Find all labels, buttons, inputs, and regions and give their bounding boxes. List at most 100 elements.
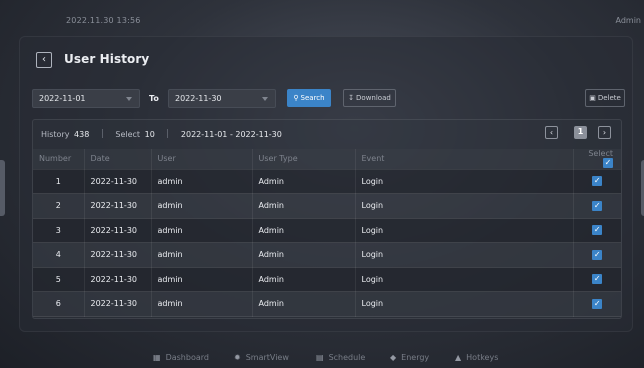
delete-button[interactable]: ▣ Delete [585,89,625,107]
column-header-event: Event [355,149,574,170]
table-row[interactable]: 2 2022-11-30 admin Admin Login ✓ [33,193,621,219]
cell-number: 6 [33,291,85,317]
to-label: To [149,94,159,103]
table-row[interactable]: 4 2022-11-30 admin Admin Login ✓ [33,242,621,268]
table-header-row: Number Date User User Type Event Select … [33,149,621,170]
smartview-icon: ✹ [234,353,241,362]
cell-number: 1 [33,169,85,194]
cell-user: admin [151,242,253,268]
nav-item-smartview[interactable]: ✹ SmartView [234,353,289,362]
cell-select: ✓ [573,193,621,219]
select-label: Select [115,130,141,139]
history-table-container: History 438 Select 10 2022-11-01 - 2022-… [32,119,622,319]
download-icon: ↧ [348,94,355,102]
cell-date: 2022-11-30 [84,242,152,268]
cell-date: 2022-11-30 [84,291,152,317]
user-history-panel: ‹ User History 2022-11-01 To 2022-11-30 … [19,36,633,332]
select-count: 10 [144,130,155,139]
page-title: User History [64,52,150,66]
column-header-user-type: User Type [252,149,356,170]
row-checkbox[interactable]: ✓ [592,249,603,260]
hotkeys-icon: ▲ [455,353,462,362]
select-header-label: Select [588,149,613,159]
download-button[interactable]: ↧ Download [343,89,396,107]
bottom-nav: ▦ Dashboard ✹ SmartView ▤ Schedule ◆ Energy … [0,346,644,368]
nav-item-label: Schedule [328,353,366,362]
cell-select: ✓ [573,218,621,243]
next-page-button[interactable]: › [598,126,611,139]
from-date-select[interactable]: 2022-11-01 [32,89,140,108]
nav-item-hotkeys[interactable]: ▲ Hotkeys [455,353,498,362]
energy-icon: ◆ [390,353,397,362]
history-count: 438 [74,130,90,139]
cell-user-type: Admin [252,169,356,194]
cell-event: Login [355,169,574,194]
select-all-checkbox[interactable]: ✓ [603,158,613,169]
chevron-left-icon: ‹ [42,54,46,65]
table-row[interactable]: 5 2022-11-30 admin Admin Login ✓ [33,267,621,292]
cell-select: ✓ [573,267,621,292]
schedule-icon: ▤ [316,353,324,362]
column-header-user: User [151,149,253,170]
history-summary: History 438 Select 10 2022-11-01 - 2022-… [41,129,284,139]
nav-item-label: Energy [401,353,430,362]
table-row[interactable]: 1 2022-11-30 admin Admin Login ✓ [33,169,621,194]
chevron-right-icon: › [602,128,607,137]
cell-date: 2022-11-30 [84,193,152,219]
search-button-label: Search [300,94,325,102]
to-date-select[interactable]: 2022-11-30 [168,89,276,108]
row-checkbox[interactable]: ✓ [592,225,603,236]
search-icon: ⚲ [293,94,299,102]
column-header-date: Date [84,149,152,170]
table-row[interactable]: 6 2022-11-30 admin Admin Login ✓ [33,291,621,317]
back-button[interactable]: ‹ [36,52,52,68]
cell-number: 3 [33,218,85,243]
delete-button-label: Delete [597,94,621,102]
cell-select: ✓ [573,169,621,194]
top-status-bar: 2022.11.30 13:56 Admin [0,0,644,36]
column-header-number: Number [33,149,85,170]
cell-event: Login [355,242,574,268]
row-checkbox[interactable]: ✓ [592,176,603,187]
cell-date: 2022-11-30 [84,267,152,292]
nav-item-label: Hotkeys [466,353,499,362]
cell-event: Login [355,218,574,243]
cell-number: 2 [33,193,85,219]
nav-item-energy[interactable]: ◆ Energy [390,353,429,362]
cell-event: Login [355,291,574,317]
nav-item-dashboard[interactable]: ▦ Dashboard [153,353,209,362]
prev-page-button[interactable]: ‹ [545,126,558,139]
table-row[interactable]: 3 2022-11-30 admin Admin Login ✓ [33,218,621,243]
dashboard-icon: ▦ [153,353,161,362]
row-checkbox[interactable]: ✓ [592,200,603,211]
chevron-down-icon [262,97,268,101]
date-range: 2022-11-01 - 2022-11-30 [180,130,282,139]
datetime: 2022.11.30 13:56 [66,16,141,25]
history-label: History [41,130,70,139]
row-checkbox[interactable]: ✓ [592,298,603,309]
to-date-value: 2022-11-30 [175,94,222,103]
search-button[interactable]: ⚲ Search [287,89,331,107]
history-table: Number Date User User Type Event Select … [33,149,621,317]
cell-select: ✓ [573,242,621,268]
current-page[interactable]: 1 [574,126,587,139]
cell-user: admin [151,267,253,292]
divider [101,129,103,138]
cell-user: admin [151,193,253,219]
cell-number: 5 [33,267,85,292]
chevron-left-icon: ‹ [549,128,554,137]
row-checkbox[interactable]: ✓ [592,274,603,285]
column-header-select: Select ✓ [573,149,621,170]
nav-item-label: SmartView [245,353,289,362]
current-user[interactable]: Admin [616,16,642,25]
cell-event: Login [355,267,574,292]
cell-user-type: Admin [252,242,356,268]
left-drawer-handle[interactable] [0,160,5,216]
cell-user: admin [151,218,253,243]
cell-user-type: Admin [252,193,356,219]
nav-item-label: Dashboard [165,353,209,362]
cell-user-type: Admin [252,267,356,292]
nav-item-schedule[interactable]: ▤ Schedule [316,353,365,362]
cell-user-type: Admin [252,291,356,317]
download-button-label: Download [356,94,391,102]
